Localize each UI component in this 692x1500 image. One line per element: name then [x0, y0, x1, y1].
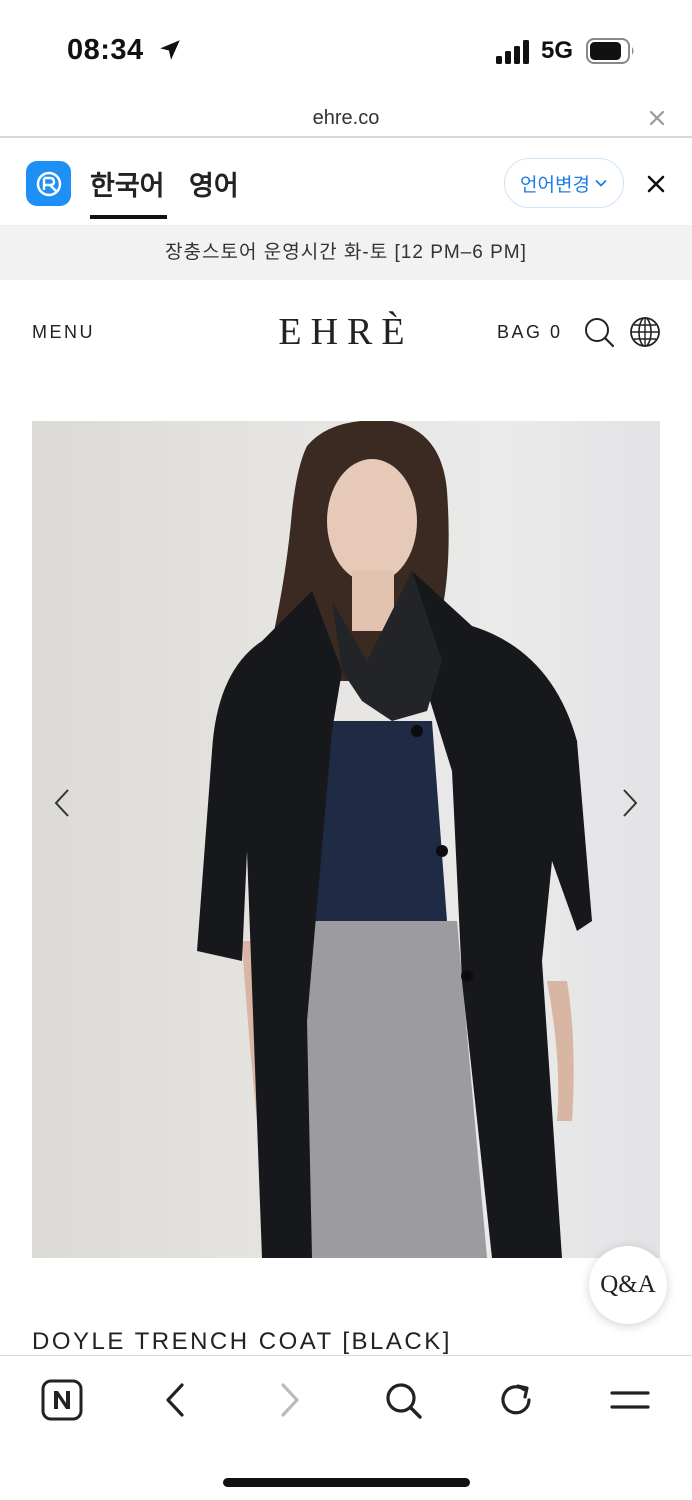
forward-button[interactable] [268, 1378, 312, 1422]
naver-home-button[interactable] [40, 1378, 84, 1422]
product-image[interactable] [32, 421, 660, 1258]
chevron-down-icon [595, 179, 607, 187]
site-header: MENU EHRÈ BAG 0 [0, 280, 692, 384]
menu-button-toolbar[interactable] [608, 1378, 652, 1422]
refresh-button[interactable] [494, 1378, 538, 1422]
search-icon [386, 1383, 422, 1419]
product-photo [197, 421, 592, 1258]
close-icon[interactable] [643, 171, 669, 197]
product-title: DOYLE TRENCH COAT [BLACK] [32, 1328, 452, 1355]
notice-text: 장충스토어 운영시간 화-토 [12 PM–6 PM] [165, 242, 527, 263]
back-button[interactable] [153, 1378, 197, 1422]
search-icon[interactable] [583, 316, 615, 348]
bag-button[interactable]: BAG 0 [497, 322, 563, 343]
status-bar: 08:34 5G [0, 0, 692, 100]
back-icon [166, 1383, 184, 1417]
url-bar[interactable]: ehre.co [0, 100, 692, 138]
menu-icon [610, 1391, 650, 1409]
translate-bar: 한국어 영어 언어변경 [0, 140, 692, 226]
forward-icon [281, 1383, 299, 1417]
url-text[interactable]: ehre.co [0, 107, 692, 130]
search-button[interactable] [381, 1378, 425, 1422]
battery-icon [586, 38, 634, 64]
change-language-button[interactable]: 언어변경 [504, 158, 624, 208]
globe-icon[interactable] [629, 316, 661, 348]
home-indicator[interactable] [223, 1478, 470, 1487]
notice-bar: 장충스토어 운영시간 화-토 [12 PM–6 PM] [0, 226, 692, 280]
location-arrow-icon [160, 40, 180, 60]
papago-icon[interactable] [26, 161, 71, 206]
qna-button[interactable]: Q&A [589, 1246, 667, 1324]
tab-english[interactable]: 영어 [189, 164, 239, 203]
tab-korean[interactable]: 한국어 [90, 164, 167, 219]
change-language-label: 언어변경 [520, 174, 590, 196]
naver-home-icon [41, 1379, 83, 1421]
signal-icon [496, 40, 529, 64]
chevron-right-icon[interactable] [620, 788, 640, 818]
network-label: 5G [541, 37, 574, 64]
bottom-toolbar [0, 1355, 692, 1500]
status-time: 08:34 [67, 34, 144, 66]
chevron-left-icon[interactable] [52, 788, 72, 818]
close-icon[interactable] [645, 106, 669, 130]
refresh-icon [501, 1384, 531, 1415]
